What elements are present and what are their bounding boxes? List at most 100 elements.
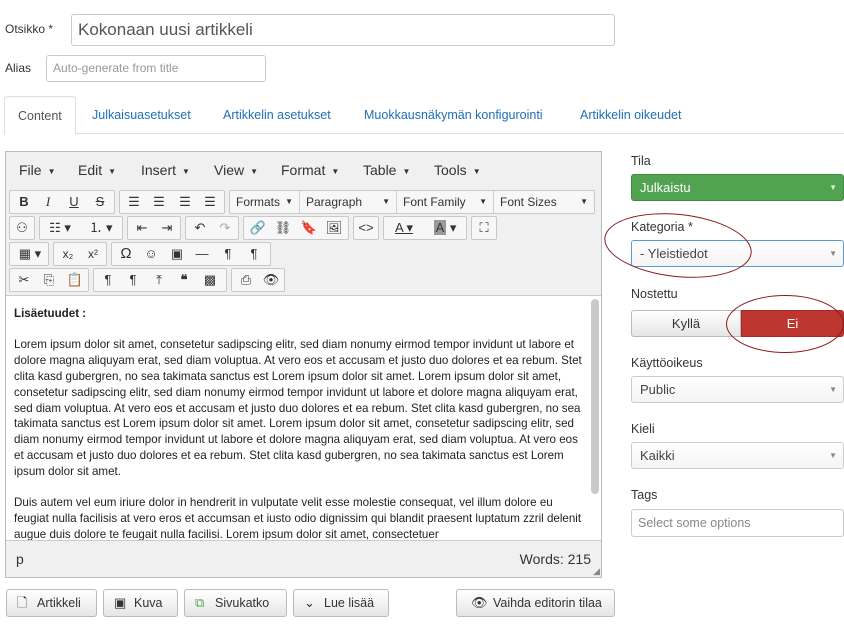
editor-content[interactable]: Lisäetuudet : Lorem ipsum dolor sit amet… — [6, 295, 601, 541]
italic-icon[interactable]: I — [36, 191, 60, 213]
visual-blocks-icon[interactable]: ▩ — [198, 269, 222, 291]
subscript-icon[interactable]: x₂ — [56, 243, 80, 265]
editor-statusbar: p Words: 215 ◢ — [6, 540, 601, 577]
preview-icon[interactable]: 👁 — [259, 269, 283, 291]
featured-yes-button[interactable]: Kyllä — [631, 310, 741, 337]
paste-icon[interactable]: 📋 — [63, 269, 87, 291]
bold-icon[interactable]: B — [12, 191, 36, 213]
strikethrough-icon[interactable]: S — [88, 191, 112, 213]
chevron-down-icon: ▼ — [829, 451, 837, 460]
special-char-icon[interactable]: Ω — [114, 243, 138, 265]
picture-icon: ▣ — [114, 595, 127, 610]
tags-input[interactable]: Select some options — [631, 509, 844, 537]
tab-article-options[interactable]: Artikkelin asetukset — [210, 96, 344, 134]
color-group: A ▾ A ▾ — [383, 216, 467, 240]
print-icon[interactable]: ⎙ — [234, 269, 258, 291]
readmore-button[interactable]: ⌄ Lue lisää — [293, 589, 389, 617]
horizontal-rule-icon[interactable]: — — [190, 243, 214, 265]
tab-content[interactable]: Content — [4, 96, 76, 135]
menu-edit[interactable]: Edit ▼ — [78, 162, 116, 178]
tab-editor-config[interactable]: Muokkausnäkymän konfigurointi — [351, 96, 556, 134]
word-count: Words: 215 — [519, 551, 591, 567]
font-family-select[interactable]: Font Family ▼ — [397, 191, 494, 213]
media-icon[interactable]: ▣ — [165, 243, 189, 265]
image-button-label: Kuva — [134, 596, 163, 610]
alias-input[interactable]: Auto-generate from title — [46, 55, 266, 82]
toolbar-row-3: ▦ ▾ x₂ x² Ω ☺ ▣ — ¶ ¶ — [9, 242, 599, 266]
chevron-down-icon: ▼ — [829, 183, 837, 192]
table-icon[interactable]: ▦ ▾ — [12, 243, 48, 265]
script-group: x₂ x² — [53, 242, 107, 266]
menu-tools[interactable]: Tools ▼ — [434, 162, 481, 178]
access-select[interactable]: Public ▼ — [631, 376, 844, 403]
bullet-list-icon[interactable]: ☷ ▾ — [42, 217, 78, 239]
insert-template-icon[interactable]: ⤒ — [147, 269, 171, 291]
chevron-down-icon: ▼ — [829, 385, 837, 394]
paragraph-select[interactable]: Paragraph ▼ — [300, 191, 397, 213]
cut-icon[interactable]: ✂ — [12, 269, 36, 291]
title-input[interactable]: Kokonaan uusi artikkeli — [71, 14, 615, 46]
numbered-list-icon[interactable]: ⒈ ▾ — [82, 217, 120, 239]
paragraph-icon[interactable]: ¶ — [96, 269, 120, 291]
category-label: Kategoria * — [631, 220, 693, 234]
state-label: Tila — [631, 154, 651, 168]
insert-group: Ω ☺ ▣ — ¶ ¶ — [111, 242, 271, 266]
font-sizes-select[interactable]: Font Sizes ▼ — [494, 191, 594, 213]
align-left-icon[interactable]: ☰ — [122, 191, 146, 213]
language-select[interactable]: Kaikki ▼ — [631, 442, 844, 469]
menu-view[interactable]: View ▼ — [214, 162, 258, 178]
formats-select[interactable]: Formats ▼ — [230, 191, 300, 213]
text-color-icon[interactable]: A ▾ — [386, 217, 422, 239]
toggle-editor-button-label: Vaihda editorin tilaa — [493, 596, 602, 610]
chevron-down-icon: ▼ — [285, 197, 293, 206]
outdent-icon[interactable]: ⇤ — [130, 217, 154, 239]
editor-scrollbar[interactable] — [591, 299, 599, 494]
image-button[interactable]: ▣ Kuva — [103, 589, 178, 617]
indent-icon[interactable]: ⇥ — [155, 217, 179, 239]
copy-icon[interactable]: ⎘ — [37, 269, 61, 291]
fullscreen-icon[interactable]: ⛶ — [472, 217, 496, 239]
code-icon[interactable]: <> — [354, 217, 378, 239]
menu-table-label: Table — [363, 162, 397, 178]
binoculars-icon[interactable]: ⚇ — [10, 217, 34, 239]
superscript-icon[interactable]: x² — [81, 243, 105, 265]
tab-publishing[interactable]: Julkaisuasetukset — [79, 96, 204, 134]
underline-icon[interactable]: U — [62, 191, 86, 213]
menu-table[interactable]: Table ▼ — [363, 162, 410, 178]
featured-no-button[interactable]: Ei — [741, 310, 844, 337]
menu-format-label: Format — [281, 162, 326, 178]
rtl-icon[interactable]: ¶ — [242, 243, 266, 265]
redo-icon[interactable]: ↷ — [213, 217, 237, 239]
language-label: Kieli — [631, 422, 655, 436]
access-select-value: Public — [640, 382, 676, 397]
visual-chars-icon[interactable]: ¶ — [121, 269, 145, 291]
element-path[interactable]: p — [16, 551, 24, 567]
article-button[interactable]: 🗋 Artikkeli — [6, 589, 97, 617]
align-right-icon[interactable]: ☰ — [173, 191, 197, 213]
undo-icon[interactable]: ↶ — [188, 217, 212, 239]
resize-handle-icon[interactable]: ◢ — [593, 566, 600, 577]
emoticon-icon[interactable]: ☺ — [139, 243, 163, 265]
menu-format[interactable]: Format ▼ — [281, 162, 339, 178]
category-select[interactable]: - Yleistiedot ▼ — [631, 240, 844, 267]
menu-tools-label: Tools — [434, 162, 467, 178]
image-icon[interactable]: 🖼 — [322, 217, 346, 239]
align-justify-icon[interactable]: ☰ — [198, 191, 222, 213]
toolbar-row-2: ⚇ ☷ ▾ ⒈ ▾ ⇤ ⇥ ↶ ↷ 🔗 ⛓ 🔖 🖼 <> A ▾ A ▾ ⛶ — [9, 216, 599, 240]
bookmark-icon[interactable]: 🔖 — [297, 217, 321, 239]
blockquote-icon[interactable]: ❝ — [172, 269, 196, 291]
tab-permissions[interactable]: Artikkelin oikeudet — [567, 96, 694, 134]
menu-insert[interactable]: Insert ▼ — [141, 162, 190, 178]
align-center-icon[interactable]: ☰ — [147, 191, 171, 213]
article-button-label: Artikkeli — [37, 596, 81, 610]
background-color-icon[interactable]: A ▾ — [426, 217, 464, 239]
pagebreak-button[interactable]: ⧉ Sivukatko — [184, 589, 287, 617]
toggle-editor-button[interactable]: 👁 Vaihda editorin tilaa — [456, 589, 615, 617]
code-group: <> — [353, 216, 379, 240]
ltr-icon[interactable]: ¶ — [216, 243, 240, 265]
state-select[interactable]: Julkaistu ▼ — [631, 174, 844, 201]
copy-icon: ⧉ — [195, 595, 205, 610]
unlink-icon[interactable]: ⛓ — [271, 217, 295, 239]
menu-file[interactable]: File ▼ — [19, 162, 55, 178]
link-icon[interactable]: 🔗 — [246, 217, 270, 239]
